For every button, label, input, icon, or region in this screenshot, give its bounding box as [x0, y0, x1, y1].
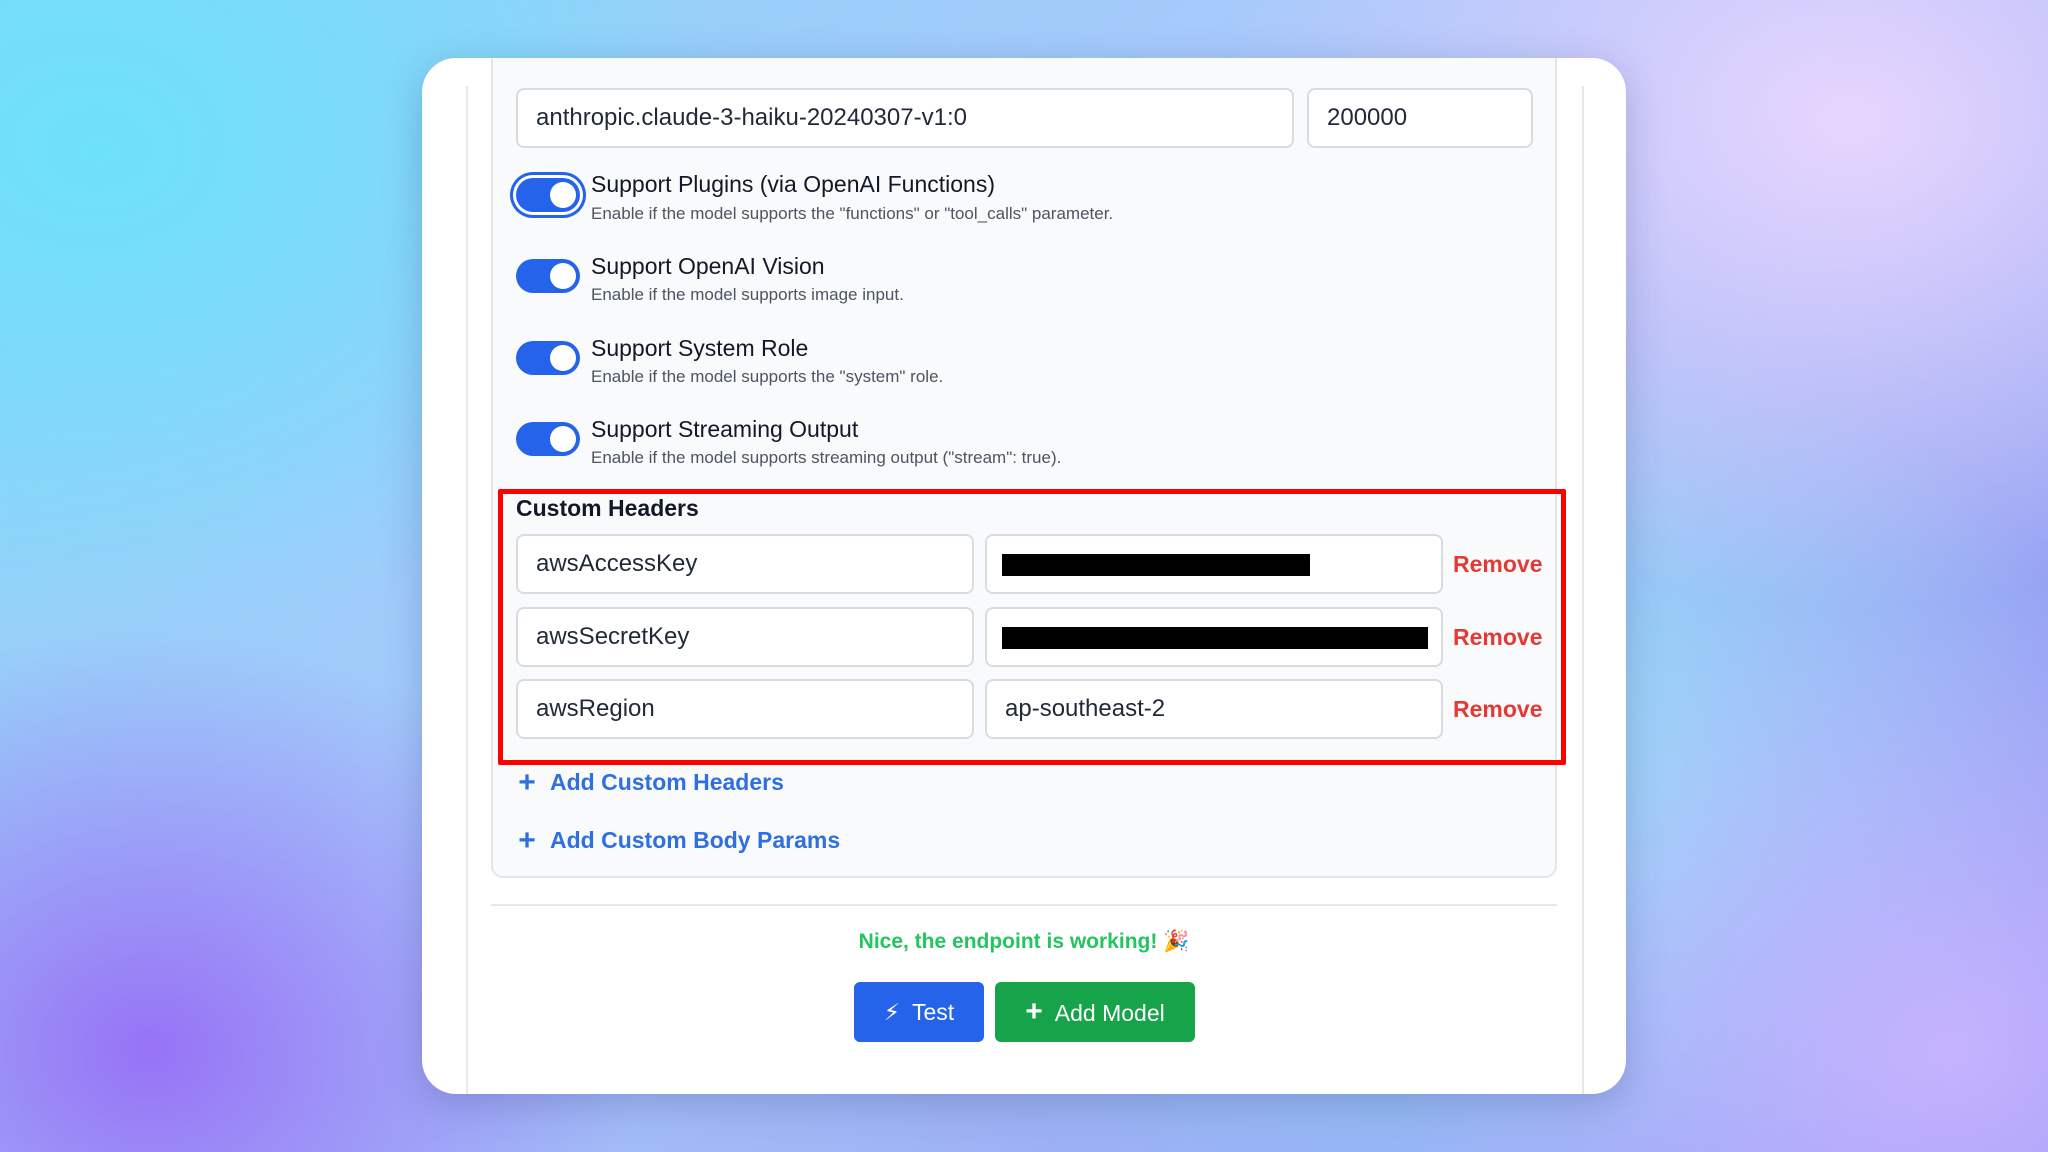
test-button[interactable]: ⚡ Test [854, 982, 984, 1042]
test-button-label: Test [911, 999, 955, 1025]
plus-icon: + [518, 824, 536, 857]
model-name-input[interactable]: anthropic.claude-3-haiku-20240307-v1:0 [516, 88, 1294, 148]
toggle-support-streaming[interactable] [516, 422, 580, 456]
add-custom-headers-label: Add Custom Headers [550, 769, 784, 795]
toggle-knob [550, 426, 576, 452]
toggle-knob [550, 182, 576, 208]
toggle-support-plugins[interactable] [516, 178, 580, 212]
toggle-knob [550, 345, 576, 371]
lightning-icon: ⚡ [883, 999, 900, 1025]
toggle-desc-vision: Enable if the model supports image input… [591, 285, 904, 304]
divider [491, 904, 1557, 906]
add-custom-headers-link[interactable]: + Add Custom Headers [516, 766, 784, 799]
toggle-desc-system-role: Enable if the model supports the "system… [591, 367, 944, 386]
add-model-button[interactable]: + Add Model [995, 982, 1195, 1042]
toggle-title-system-role: Support System Role [591, 335, 809, 361]
plus-icon: + [518, 766, 536, 799]
toggle-title-vision: Support OpenAI Vision [591, 253, 825, 279]
add-model-button-label: Add Model [1054, 1000, 1165, 1026]
toggle-support-system-role[interactable] [516, 341, 580, 375]
toggle-desc-plugins: Enable if the model supports the "functi… [591, 204, 1114, 223]
highlight-box [498, 489, 1566, 765]
toggle-support-vision[interactable] [516, 259, 580, 293]
model-config-card: anthropic.claude-3-haiku-20240307-v1:0 2… [422, 58, 1626, 1094]
endpoint-status-message: Nice, the endpoint is working! 🎉 [858, 930, 1190, 953]
toggle-title-plugins: Support Plugins (via OpenAI Functions) [591, 171, 995, 197]
toggle-knob [550, 263, 576, 289]
add-custom-body-params-link[interactable]: + Add Custom Body Params [516, 824, 841, 857]
context-length-input[interactable]: 200000 [1307, 88, 1533, 148]
toggle-title-streaming: Support Streaming Output [591, 416, 859, 442]
add-custom-body-params-label: Add Custom Body Params [550, 827, 841, 853]
plus-icon: + [1025, 995, 1043, 1028]
toggle-desc-streaming: Enable if the model supports streaming o… [591, 448, 1062, 467]
